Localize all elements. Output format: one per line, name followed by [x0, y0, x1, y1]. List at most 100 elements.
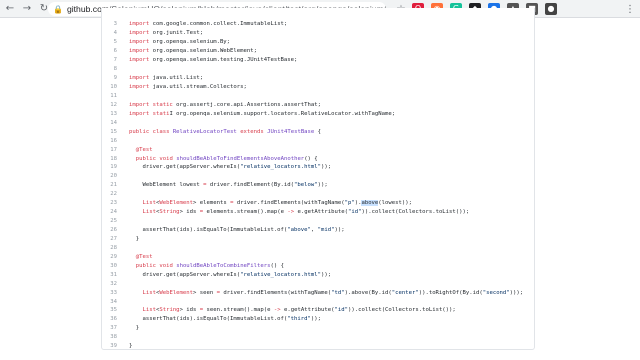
line-number[interactable]: 29: [102, 254, 121, 260]
code-text: assertThat(ids).isEqualTo(ImmutableList.…: [121, 316, 321, 322]
code-line: 28: [102, 243, 534, 252]
line-number[interactable]: 39: [102, 343, 121, 349]
code-token: () {: [270, 262, 284, 269]
code-text: driver.get(appServer.whereIs("relative_l…: [121, 164, 331, 170]
code-line: 7 import org.openqa.selenium.testing.JUni…: [102, 56, 534, 65]
line-number[interactable]: 20: [102, 173, 121, 179]
code-token: List: [142, 200, 156, 207]
line-number[interactable]: 33: [102, 290, 121, 296]
line-number[interactable]: 28: [102, 245, 121, 251]
code-token: shouldBeAbleToCombineFilters: [176, 262, 271, 269]
code-token: ));: [320, 271, 332, 278]
code-line: 10 import java.util.stream.Collectors;: [102, 83, 534, 92]
code-token: )).collect(Collectors.toList());: [348, 307, 456, 314]
code-text: import com.google.common.collect.Immutab…: [121, 21, 287, 27]
code-text: import java.util.stream.Collectors;: [121, 84, 247, 90]
code-line: 17 @Test: [102, 145, 534, 154]
code-token: List: [142, 289, 156, 296]
line-number[interactable]: 9: [102, 75, 121, 81]
code-line: 38: [102, 333, 534, 342]
code-token: import: [129, 48, 150, 55]
line-number[interactable]: 11: [102, 93, 121, 99]
line-number[interactable]: 6: [102, 48, 121, 54]
line-number[interactable]: 3: [102, 21, 121, 27]
code-token: import: [129, 101, 150, 108]
code-text: List<String> ids = elements.stream().map…: [121, 209, 469, 215]
line-number[interactable]: 23: [102, 200, 121, 206]
line-number[interactable]: 12: [102, 102, 121, 108]
code-token: import: [129, 75, 150, 82]
line-number[interactable]: 25: [102, 218, 121, 224]
forward-arrow-icon[interactable]: →: [20, 2, 34, 16]
code-token: import: [129, 30, 150, 37]
code-token: extends: [240, 128, 264, 135]
line-number[interactable]: 15: [102, 129, 121, 135]
code-token: "below": [294, 182, 318, 189]
code-token: "relative_locators.html": [240, 164, 321, 171]
code-line: 20: [102, 172, 534, 181]
code-text: List<WebElement> elements = driver.findE…: [121, 200, 412, 207]
line-number[interactable]: 24: [102, 209, 121, 215]
code-line: 13 import statiI org.openqa.selenium.supp…: [102, 109, 534, 118]
code-line: 22: [102, 190, 534, 199]
line-number[interactable]: 18: [102, 156, 121, 162]
code-line: 8: [102, 65, 534, 74]
code-token: ));: [334, 227, 345, 234]
line-number[interactable]: 22: [102, 191, 121, 197]
line-number[interactable]: 30: [102, 263, 121, 269]
line-number[interactable]: 38: [102, 334, 121, 340]
code-token: class: [152, 128, 170, 135]
line-number[interactable]: 35: [102, 307, 121, 313]
code-text: WebElement lowest = driver.findElement(B…: [121, 182, 327, 189]
code-token: seen.stream().map(e: [203, 307, 274, 314]
code-line: 24 List<String> ids = elements.stream().…: [102, 208, 534, 217]
line-number[interactable]: 19: [102, 164, 121, 170]
line-number[interactable]: 16: [102, 138, 121, 144]
code-line: 6 import org.openqa.selenium.WebElement;: [102, 47, 534, 56]
code-text: import org.openqa.selenium.testing.JUnit…: [121, 57, 297, 63]
line-number[interactable]: 36: [102, 316, 121, 322]
code-token: import: [129, 39, 150, 46]
line-number[interactable]: 13: [102, 111, 121, 117]
code-token: )).collect(Collectors.toList());: [361, 209, 470, 216]
code-token: "id": [334, 307, 349, 314]
back-arrow-icon[interactable]: ←: [3, 2, 17, 16]
line-number[interactable]: 26: [102, 227, 121, 233]
line-number[interactable]: 17: [102, 147, 121, 153]
code-token: assertThat(ids).isEqualTo(ImmutableList.…: [129, 316, 288, 323]
code-token: import: [129, 110, 150, 117]
line-number[interactable]: 4: [102, 30, 121, 36]
code-token: "third": [287, 316, 311, 323]
line-number[interactable]: 37: [102, 325, 121, 331]
code-token: > seen: [193, 289, 217, 296]
code-token: public: [135, 262, 156, 269]
code-token: List: [142, 307, 156, 314]
line-number[interactable]: 5: [102, 39, 121, 45]
code-line: 12 import static org.assertj.core.api.Ass…: [102, 100, 534, 109]
code-token: void: [159, 262, 173, 269]
line-number[interactable]: 34: [102, 299, 121, 305]
code-listing: 3 import com.google.common.collect.Immuta…: [102, 20, 534, 349]
circle-extension-icon[interactable]: ●: [545, 3, 557, 15]
code-line: 11: [102, 92, 534, 101]
code-token: org.openqa.selenium.By;: [149, 39, 231, 46]
line-number[interactable]: 21: [102, 182, 121, 188]
code-token: import: [129, 21, 150, 28]
code-token: org.openqa.selenium.WebElement;: [149, 48, 257, 55]
more-menu-icon[interactable]: ⋮: [624, 2, 636, 16]
code-token: import: [129, 57, 150, 64]
line-number[interactable]: 7: [102, 57, 121, 63]
line-number[interactable]: 14: [102, 120, 121, 126]
code-text: driver.get(appServer.whereIs("relative_l…: [121, 272, 331, 278]
line-number[interactable]: 31: [102, 272, 121, 278]
line-number[interactable]: 32: [102, 281, 121, 287]
line-number[interactable]: 8: [102, 66, 121, 72]
circle-extension-glyph: ●: [547, 4, 555, 13]
code-token: driver.get(appServer.whereIs(: [129, 164, 241, 171]
line-number[interactable]: 10: [102, 84, 121, 90]
code-line: 34: [102, 297, 534, 306]
line-number[interactable]: 27: [102, 236, 121, 242]
